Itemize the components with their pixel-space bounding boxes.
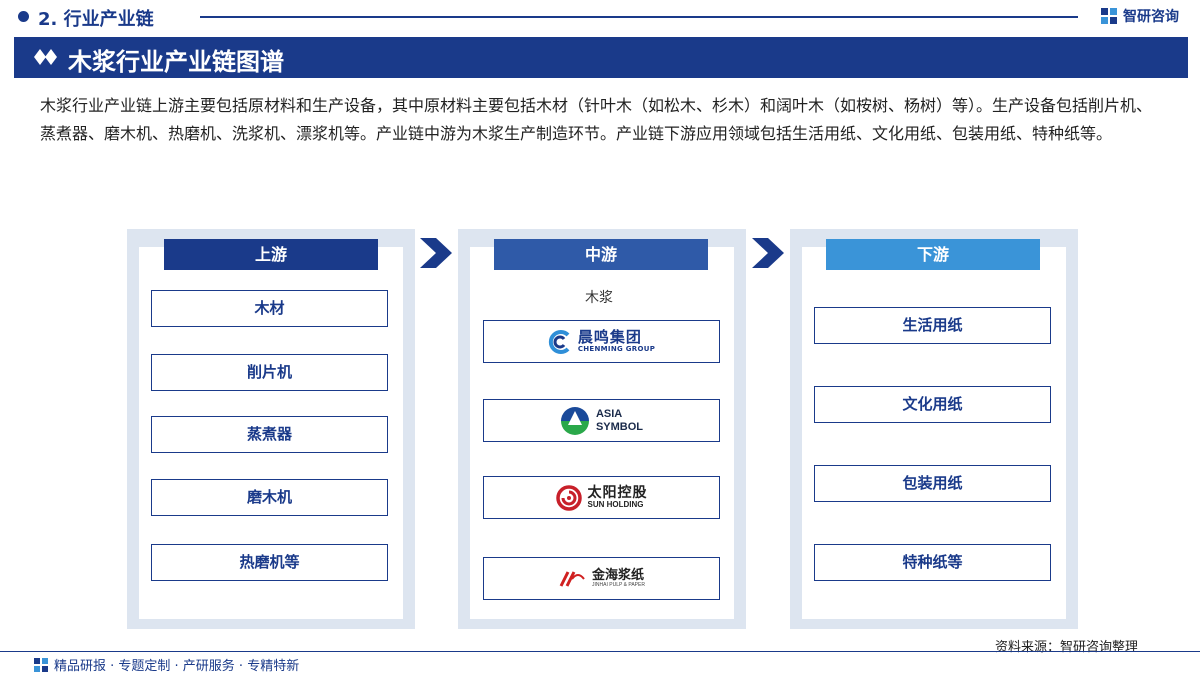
jinhai-logo-icon	[559, 570, 585, 587]
chevron-right-icon	[752, 238, 784, 268]
downstream-item-specialty-paper: 特种纸等	[814, 544, 1051, 581]
symbol-text: SYMBOL	[595, 420, 644, 433]
section-title: 2. 行业产业链	[38, 9, 154, 30]
company-logo-asia-symbol: ASIA SYMBOL	[483, 399, 720, 442]
downstream-item-packaging-paper: 包装用纸	[814, 465, 1051, 502]
company-logo-chenming: 晨鸣集团 CHENMING GROUP	[483, 320, 720, 363]
brand-name: 智研咨询	[1123, 9, 1179, 25]
upstream-item-refiner: 热磨机等	[151, 544, 388, 581]
footer: 精品研报 · 专题定制 · 产研服务 · 专精特新	[34, 655, 299, 674]
company-logo-jinhai: 金海浆纸 JINHAI PULP & PAPER	[483, 557, 720, 600]
chenming-logo-icon	[548, 329, 570, 354]
intro-paragraph: 木浆行业产业链上游主要包括原材料和生产设备，其中原材料主要包括木材（针叶木（如松…	[40, 96, 1153, 143]
section-dot-icon	[18, 11, 29, 22]
footer-logo-icon	[34, 657, 48, 672]
upstream-header: 上游	[164, 239, 378, 270]
upstream-item-digester: 蒸煮器	[151, 416, 388, 453]
jinhai-cn-name: 金海浆纸	[592, 568, 645, 584]
asia-symbol-logo-icon	[560, 406, 589, 435]
chenming-en-name: CHENMING GROUP	[577, 344, 656, 353]
upstream-item-grinder: 磨木机	[151, 479, 388, 516]
page-title: 木浆行业产业链图谱	[68, 48, 284, 76]
upstream-item-chipper: 削片机	[151, 354, 388, 391]
double-diamond-icon	[34, 49, 57, 65]
sun-holding-en-name: SUN HOLDING	[587, 499, 644, 509]
header-divider	[200, 16, 1078, 18]
upstream-item-wood: 木材	[151, 290, 388, 327]
downstream-header: 下游	[826, 239, 1040, 270]
chevron-right-icon	[420, 238, 452, 268]
brand: 智研咨询	[1100, 6, 1179, 26]
sun-holding-cn-name: 太阳控股	[587, 484, 648, 501]
source-note: 资料来源：智研咨询整理	[995, 640, 1139, 655]
midstream-label: 木浆	[585, 290, 613, 306]
brand-logo-icon	[1101, 8, 1117, 24]
footer-divider	[0, 651, 1200, 652]
sun-holding-logo-icon	[555, 484, 582, 511]
downstream-item-household-paper: 生活用纸	[814, 307, 1051, 344]
chenming-cn-name: 晨鸣集团	[577, 327, 642, 346]
downstream-item-cultural-paper: 文化用纸	[814, 386, 1051, 423]
midstream-header: 中游	[494, 239, 708, 270]
jinhai-en-name: JINHAI PULP & PAPER	[592, 581, 645, 588]
title-banner: 木浆行业产业链图谱	[14, 37, 1188, 78]
top-header: 2. 行业产业链 智研咨询	[0, 0, 1200, 34]
asia-text: ASIA	[595, 407, 623, 420]
company-logo-sun-holding: 太阳控股 SUN HOLDING	[483, 476, 720, 519]
footer-tagline: 精品研报 · 专题定制 · 产研服务 · 专精特新	[54, 659, 300, 674]
